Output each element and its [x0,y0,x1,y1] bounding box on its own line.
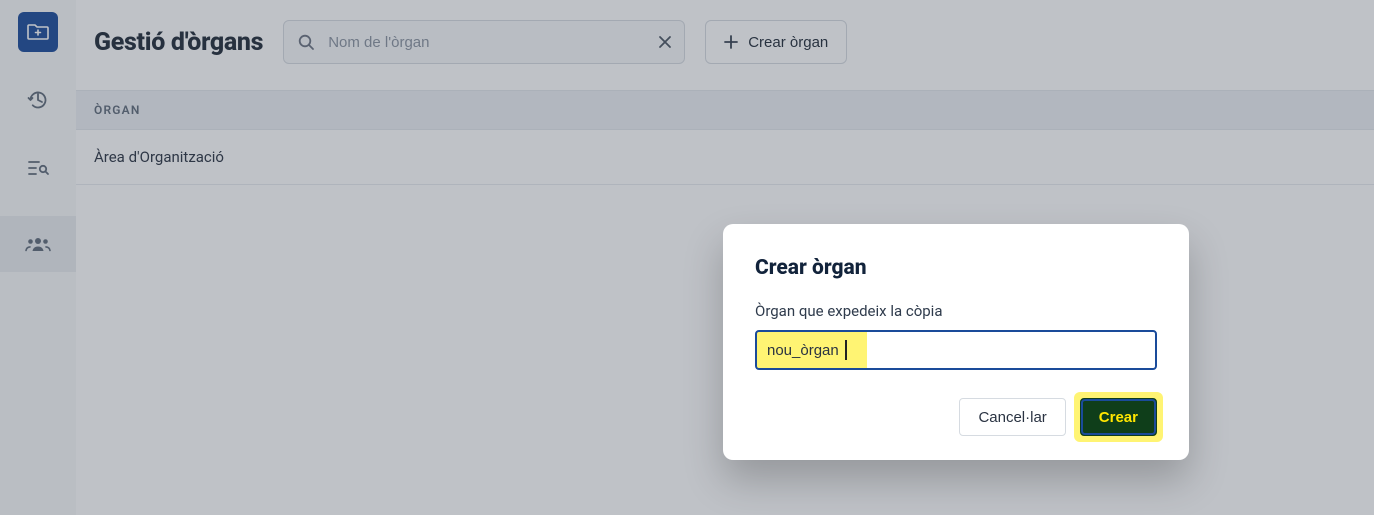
create-organ-dialog: Crear òrgan Òrgan que expedeix la còpia … [723,224,1189,460]
organ-name-input[interactable] [755,330,1157,370]
cancel-button[interactable]: Cancel·lar [959,398,1065,436]
submit-button[interactable]: Crear [1080,398,1157,436]
submit-button-label: Crear [1099,409,1138,426]
dialog-title: Crear òrgan [755,256,1157,280]
organ-name-input-wrap [755,330,1157,370]
organ-name-label: Òrgan que expedeix la còpia [755,302,1157,320]
cancel-button-label: Cancel·lar [978,409,1046,426]
submit-button-highlight: Crear [1080,398,1157,436]
text-caret [845,340,847,360]
dialog-actions: Cancel·lar Crear [755,398,1157,436]
